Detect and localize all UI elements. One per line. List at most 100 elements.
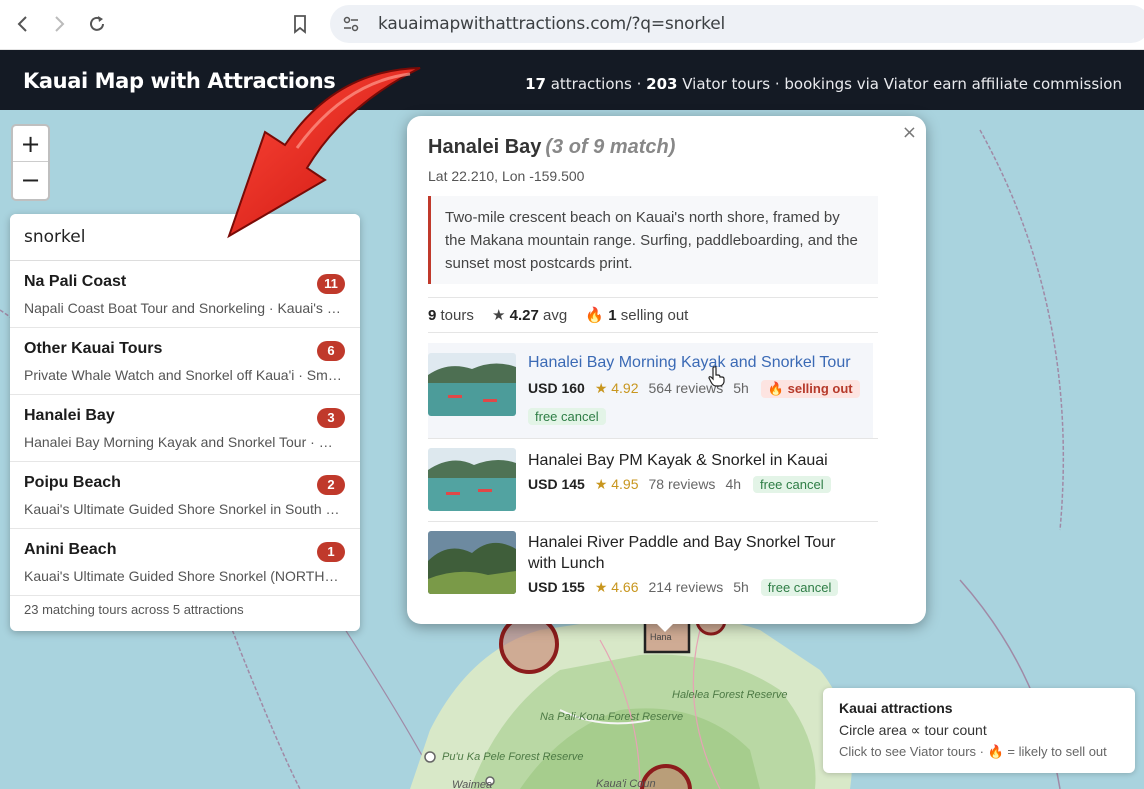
zoom-out-button[interactable]: −	[13, 162, 48, 198]
address-bar[interactable]: kauaimapwithattractions.com/?q=snorkel	[330, 5, 1144, 43]
tours-stat: 9 tours	[428, 307, 474, 324]
free-cancel-badge: free cancel	[760, 579, 839, 596]
free-cancel-badge: free cancel	[528, 408, 606, 425]
map-legend: Kauai attractions Circle area ∝ tour cou…	[823, 688, 1135, 773]
tour-item[interactable]: Hanalei River Paddle and Bay Snorkel Tou…	[428, 521, 873, 601]
tour-title-link[interactable]: Hanalei Bay PM Kayak & Snorkel in Kauai	[528, 450, 868, 471]
result-count-badge: 6	[317, 341, 345, 361]
rating-stat: ★ 4.27 avg	[492, 307, 568, 324]
tour-price: USD 155	[528, 579, 585, 595]
selling-out-badge: 🔥 selling out	[760, 380, 860, 398]
tour-duration: 4h	[725, 476, 742, 492]
attractions-count: 17	[525, 75, 546, 93]
search-panel: Na Pali Coast 11 Napali Coast Boat Tour …	[10, 214, 360, 631]
legend-description: Circle area ∝ tour count	[839, 722, 987, 738]
browser-toolbar: kauaimapwithattractions.com/?q=snorkel	[0, 0, 1144, 50]
tour-duration: 5h	[733, 579, 749, 595]
popup-stats: 9 tours ★ 4.27 avg 🔥 1 selling out	[428, 306, 702, 324]
result-subtitle: Napali Coast Boat Tour and Snorkeling · …	[24, 300, 342, 316]
hanalei-marker-label: Hana	[650, 632, 672, 642]
zoom-control: + −	[11, 124, 50, 201]
forward-button[interactable]	[47, 12, 71, 36]
fire-icon: 🔥	[585, 307, 605, 324]
result-name: Anini Beach	[24, 541, 117, 558]
divider	[428, 297, 878, 298]
tour-item[interactable]: Hanalei Bay PM Kayak & Snorkel in Kauai …	[428, 438, 873, 521]
selling-label: selling out	[620, 307, 689, 324]
site-header: Kauai Map with Attractions 17 attraction…	[0, 50, 1144, 110]
reload-button[interactable]	[85, 12, 109, 36]
bookmark-icon	[294, 15, 306, 34]
legend-note-text: Click to see Viator tours ·	[839, 744, 984, 759]
site-settings-icon[interactable]	[342, 15, 360, 33]
tour-meta: USD 160 ★ 4.92 564 reviews 5h 🔥 selling out	[528, 380, 860, 398]
legend-note-text: = likely to sell out	[1007, 744, 1107, 759]
back-button[interactable]	[11, 12, 35, 36]
map-point	[424, 751, 436, 763]
map-label: Kaua'i Coun	[596, 778, 656, 789]
tour-meta: USD 145 ★ 4.95 78 reviews 4h free cancel	[528, 476, 831, 493]
url-text[interactable]: kauaimapwithattractions.com/?q=snorkel	[378, 14, 725, 34]
tours-count: 9	[428, 307, 437, 324]
tour-title-link[interactable]: Hanalei Bay Morning Kayak and Snorkel To…	[528, 352, 868, 373]
popup-match-count: (3 of 9 match)	[545, 136, 676, 158]
reload-icon	[90, 16, 104, 31]
result-item[interactable]: Other Kauai Tours 6 Private Whale Watch …	[10, 328, 360, 395]
avg-label: avg	[543, 307, 568, 324]
tour-price: USD 160	[528, 380, 585, 396]
popup-description: Two-mile crescent beach on Kauai's north…	[428, 196, 878, 284]
tour-thumbnail[interactable]	[428, 353, 516, 416]
result-item[interactable]: Poipu Beach 2 Kauai's Ultimate Guided Sh…	[10, 462, 360, 529]
legend-note: Click to see Viator tours · 🔥 = likely t…	[839, 744, 1135, 760]
popup-title: Hanalei Bay (3 of 9 match)	[428, 136, 675, 159]
result-subtitle: Private Whale Watch and Snorkel off Kaua…	[24, 367, 342, 383]
legend-title: Kauai attractions	[839, 700, 953, 716]
zoom-in-button[interactable]: +	[13, 126, 48, 162]
back-arrow-icon	[17, 16, 27, 32]
tour-title-link[interactable]: Hanalei River Paddle and Bay Snorkel Tou…	[528, 532, 868, 574]
tour-rating: ★ 4.95	[594, 476, 639, 492]
result-subtitle: Kauai's Ultimate Guided Shore Snorkel in…	[24, 501, 342, 517]
result-name: Poipu Beach	[24, 474, 121, 491]
tour-thumbnail[interactable]	[428, 448, 516, 511]
bookmark-button[interactable]	[288, 12, 312, 36]
tours-label: tours	[440, 307, 474, 324]
result-name: Na Pali Coast	[24, 273, 127, 290]
tour-rating: ★ 4.66	[594, 579, 639, 595]
avg-rating: 4.27	[509, 307, 539, 324]
close-icon[interactable]: ×	[902, 122, 917, 143]
tours-count: 203	[646, 75, 678, 93]
selling-count: 1	[608, 307, 617, 324]
search-summary: 23 matching tours across 5 attractions	[24, 602, 244, 617]
attractions-label: attractions	[550, 75, 632, 93]
result-count-badge: 3	[317, 408, 345, 428]
result-item[interactable]: Hanalei Bay 3 Hanalei Bay Morning Kayak …	[10, 395, 360, 462]
forward-arrow-icon	[55, 16, 65, 32]
result-subtitle: Kauai's Ultimate Guided Shore Snorkel (N…	[24, 568, 342, 584]
tour-thumbnail[interactable]	[428, 531, 516, 594]
tour-tags: free cancel	[528, 408, 606, 425]
tour-item[interactable]: Hanalei Bay Morning Kayak and Snorkel To…	[428, 343, 873, 438]
tour-meta: USD 155 ★ 4.66 214 reviews 5h free cancel	[528, 579, 839, 596]
attraction-popup: × Hanalei Bay (3 of 9 match) Lat 22.210, …	[407, 116, 926, 624]
free-cancel-badge: free cancel	[753, 476, 831, 493]
result-subtitle: Hanalei Bay Morning Kayak and Snorkel To…	[24, 434, 342, 450]
result-count-badge: 2	[317, 475, 345, 495]
attraction-marker[interactable]	[499, 614, 559, 674]
fire-icon: 🔥	[987, 744, 1004, 759]
selling-stat: 🔥 1 selling out	[585, 307, 688, 324]
result-item[interactable]: Na Pali Coast 11 Napali Coast Boat Tour …	[10, 261, 360, 328]
tours-label: Viator tours · bookings via Viator earn …	[682, 75, 1122, 93]
result-name: Other Kauai Tours	[24, 340, 163, 357]
tour-reviews: 214 reviews	[648, 579, 724, 595]
hand-cursor-icon	[708, 366, 725, 387]
popup-attraction-name: Hanalei Bay	[428, 136, 542, 158]
map-label: Waimea	[452, 779, 492, 789]
popup-tip	[651, 618, 679, 632]
popup-coordinates: Lat 22.210, Lon -159.500	[428, 168, 585, 184]
tour-reviews: 78 reviews	[648, 476, 716, 492]
result-item[interactable]: Anini Beach 1 Kauai's Ultimate Guided Sh…	[10, 529, 360, 596]
tour-duration: 5h	[733, 380, 749, 396]
map-label: Na Pali-Kona Forest Reserve	[540, 711, 683, 723]
selling-out-label: selling out	[787, 381, 853, 396]
